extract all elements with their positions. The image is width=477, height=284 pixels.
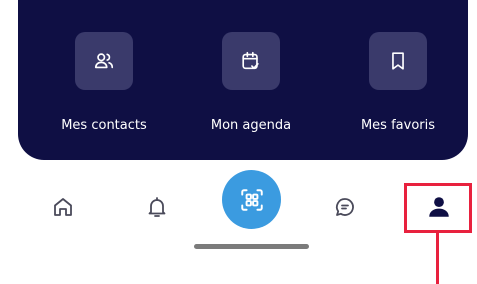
shortcut-label: Mes favoris <box>360 118 436 133</box>
favorites-tile[interactable] <box>369 32 427 90</box>
tab-scan-button[interactable] <box>222 170 281 229</box>
contacts-tile[interactable] <box>75 32 133 90</box>
tab-home[interactable] <box>48 192 78 222</box>
tab-messages[interactable] <box>330 192 360 222</box>
chat-icon <box>335 198 354 216</box>
bookmark-icon <box>392 52 404 70</box>
shortcuts-panel: Mes contacts Mon agenda Mes favoris <box>18 0 468 160</box>
home-icon <box>54 198 72 216</box>
annotation-pointer-line <box>436 233 439 284</box>
bell-icon <box>148 197 166 217</box>
shortcut-label: Mes contacts <box>61 118 147 133</box>
tab-notifications[interactable] <box>142 192 172 222</box>
contacts-icon <box>94 53 114 69</box>
profile-highlight-box <box>404 183 472 233</box>
shortcut-label: Mon agenda <box>210 118 292 133</box>
qr-scan-icon <box>240 188 263 211</box>
calendar-check-icon <box>242 51 259 70</box>
home-indicator[interactable] <box>194 244 309 249</box>
agenda-tile[interactable] <box>222 32 280 90</box>
